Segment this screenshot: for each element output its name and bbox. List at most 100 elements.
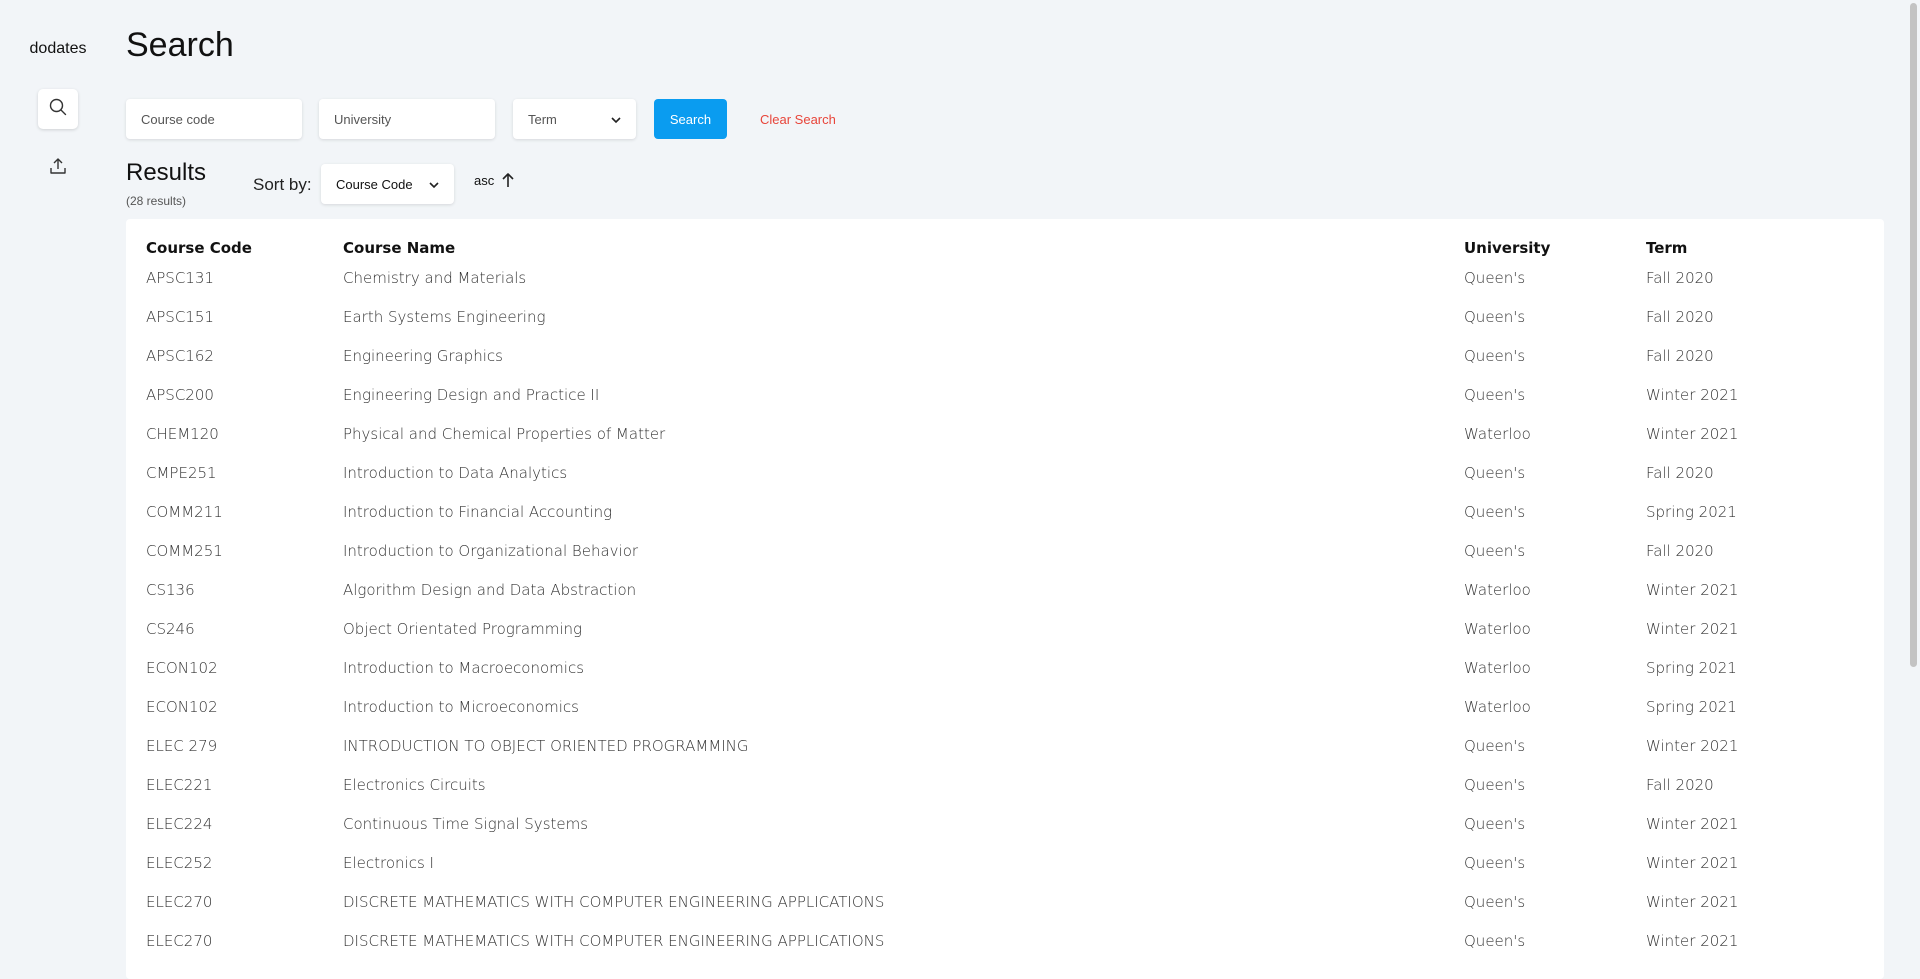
- cell-course-code: ELEC221: [146, 775, 213, 794]
- cell-course-code: CS136: [146, 580, 195, 599]
- cell-course-name: Introduction to Data Analytics: [343, 463, 568, 482]
- search-icon: [49, 98, 67, 121]
- cell-university: Waterloo: [1464, 424, 1531, 443]
- chevron-down-icon: [611, 112, 621, 127]
- table-row: APSC200 Engineering Design and Practice I…: [126, 375, 1884, 414]
- cell-course-name: Introduction to Financial Accounting: [343, 502, 613, 521]
- cell-term: Winter 2021: [1646, 385, 1739, 404]
- cell-course-code: ELEC224: [146, 814, 213, 833]
- table-row: ELEC270 DISCRETE MATHEMATICS WITH COMPUTE…: [126, 882, 1884, 921]
- cell-university: Queen's: [1464, 931, 1526, 950]
- cell-course-name: DISCRETE MATHEMATICS WITH COMPUTER ENGIN…: [343, 931, 885, 950]
- cell-course-code: ELEC 279: [146, 736, 218, 755]
- sort-label: Sort by:: [253, 175, 312, 194]
- table-row: ECON102 Introduction to Macroeconomics Wat…: [126, 648, 1884, 687]
- term-select-value: Term: [528, 111, 557, 127]
- scrollbar-thumb[interactable]: [1910, 3, 1917, 667]
- cell-course-code: CMPE251: [146, 463, 217, 482]
- cell-course-name: Introduction to Microeconomics: [343, 697, 579, 716]
- cell-course-code: COMM211: [146, 502, 223, 521]
- cell-course-name: Introduction to Macroeconomics: [343, 658, 585, 677]
- cell-course-name: DISCRETE MATHEMATICS WITH COMPUTER ENGIN…: [343, 892, 885, 911]
- main-content: Search Term Search Clear Search Results …: [126, 0, 1884, 979]
- column-header-university: University: [1464, 239, 1551, 257]
- table-row: APSC151 Earth Systems Engineering Queen's F…: [126, 297, 1884, 336]
- university-input[interactable]: [319, 99, 495, 139]
- table-row: ELEC270 DISCRETE MATHEMATICS WITH COMPUTE…: [126, 921, 1884, 960]
- cell-term: Winter 2021: [1646, 931, 1739, 950]
- cell-university: Queen's: [1464, 892, 1526, 911]
- cell-course-code: ECON102: [146, 697, 218, 716]
- sort-select-value: Course Code: [336, 176, 413, 192]
- cell-course-code: APSC200: [146, 385, 214, 404]
- cell-course-name: INTRODUCTION TO OBJECT ORIENTED PROGRAMM…: [343, 736, 749, 755]
- term-select[interactable]: Term: [513, 99, 636, 139]
- table-row: CHEM120 Physical and Chemical Properties …: [126, 414, 1884, 453]
- sort-direction-toggle[interactable]: asc: [474, 172, 515, 188]
- cell-course-name: Earth Systems Engineering: [343, 307, 546, 326]
- cell-course-code: APSC131: [146, 268, 214, 287]
- table-row: CMPE251 Introduction to Data Analytics Que…: [126, 453, 1884, 492]
- cell-term: Fall 2020: [1646, 541, 1714, 560]
- cell-university: Queen's: [1464, 502, 1526, 521]
- search-button[interactable]: Search: [654, 99, 727, 139]
- cell-course-code: COMM251: [146, 541, 223, 560]
- cell-university: Queen's: [1464, 463, 1526, 482]
- course-code-input[interactable]: [126, 99, 302, 139]
- table-row: APSC162 Engineering Graphics Queen's Fall 2…: [126, 336, 1884, 375]
- sort-select[interactable]: Course Code: [321, 164, 454, 204]
- table-row: ELEC221 Electronics Circuits Queen's Fall 2…: [126, 765, 1884, 804]
- column-header-course-code: Course Code: [146, 239, 252, 257]
- cell-course-name: Engineering Design and Practice II: [343, 385, 600, 404]
- cell-term: Spring 2021: [1646, 658, 1737, 677]
- cell-course-name: Chemistry and Materials: [343, 268, 527, 287]
- cell-course-name: Object Orientated Programming: [343, 619, 583, 638]
- cell-university: Waterloo: [1464, 619, 1531, 638]
- nav-upload-button[interactable]: [38, 148, 78, 188]
- cell-university: Queen's: [1464, 541, 1526, 560]
- cell-term: Spring 2021: [1646, 697, 1737, 716]
- cell-university: Queen's: [1464, 268, 1526, 287]
- table-row: CS136 Algorithm Design and Data Abstracti…: [126, 570, 1884, 609]
- results-table: Course Code Course Name University Term …: [126, 219, 1884, 960]
- cell-course-code: APSC162: [146, 346, 214, 365]
- cell-course-code: ECON102: [146, 658, 218, 677]
- cell-university: Queen's: [1464, 346, 1526, 365]
- cell-term: Winter 2021: [1646, 892, 1739, 911]
- sidebar: dodates: [0, 0, 116, 969]
- results-count: (28 results): [126, 194, 187, 208]
- column-header-course-name: Course Name: [343, 239, 456, 257]
- page-scrollbar[interactable]: [1906, 0, 1920, 969]
- column-header-term: Term: [1646, 239, 1688, 257]
- cell-course-name: Algorithm Design and Data Abstraction: [343, 580, 637, 599]
- nav-search-button[interactable]: [38, 89, 78, 129]
- cell-university: Waterloo: [1464, 658, 1531, 677]
- cell-university: Waterloo: [1464, 697, 1531, 716]
- results-table-card: Course Code Course Name University Term …: [126, 219, 1884, 979]
- cell-term: Winter 2021: [1646, 619, 1739, 638]
- search-bar: Term Search Clear Search: [126, 99, 836, 139]
- table-row: COMM211 Introduction to Financial Account…: [126, 492, 1884, 531]
- cell-term: Winter 2021: [1646, 853, 1739, 872]
- table-row: ELEC 279 INTRODUCTION TO OBJECT ORIENTED …: [126, 726, 1884, 765]
- page-title: Search: [126, 26, 234, 64]
- results-title: Results: [126, 159, 207, 186]
- cell-term: Winter 2021: [1646, 814, 1739, 833]
- table-row: COMM251 Introduction to Organizational Be…: [126, 531, 1884, 570]
- cell-university: Queen's: [1464, 853, 1526, 872]
- app-brand: dodates: [29, 40, 87, 57]
- table-row: ELEC224 Continuous Time Signal Systems Que…: [126, 804, 1884, 843]
- cell-term: Fall 2020: [1646, 307, 1714, 326]
- sort-direction-label: asc: [474, 172, 495, 188]
- table-row: APSC131 Chemistry and Materials Queen's Fal…: [126, 258, 1884, 297]
- table-row: ELEC252 Electronics I Queen's Winter 2021: [126, 843, 1884, 882]
- table-row: CS246 Object Orientated Programming Waterl…: [126, 609, 1884, 648]
- cell-course-code: ELEC270: [146, 892, 213, 911]
- cell-course-code: ELEC270: [146, 931, 213, 950]
- cell-term: Fall 2020: [1646, 268, 1714, 287]
- cell-term: Fall 2020: [1646, 463, 1714, 482]
- clear-search-button[interactable]: Clear Search: [760, 112, 836, 127]
- cell-course-code: CS246: [146, 619, 195, 638]
- cell-term: Spring 2021: [1646, 502, 1737, 521]
- cell-term: Fall 2020: [1646, 346, 1714, 365]
